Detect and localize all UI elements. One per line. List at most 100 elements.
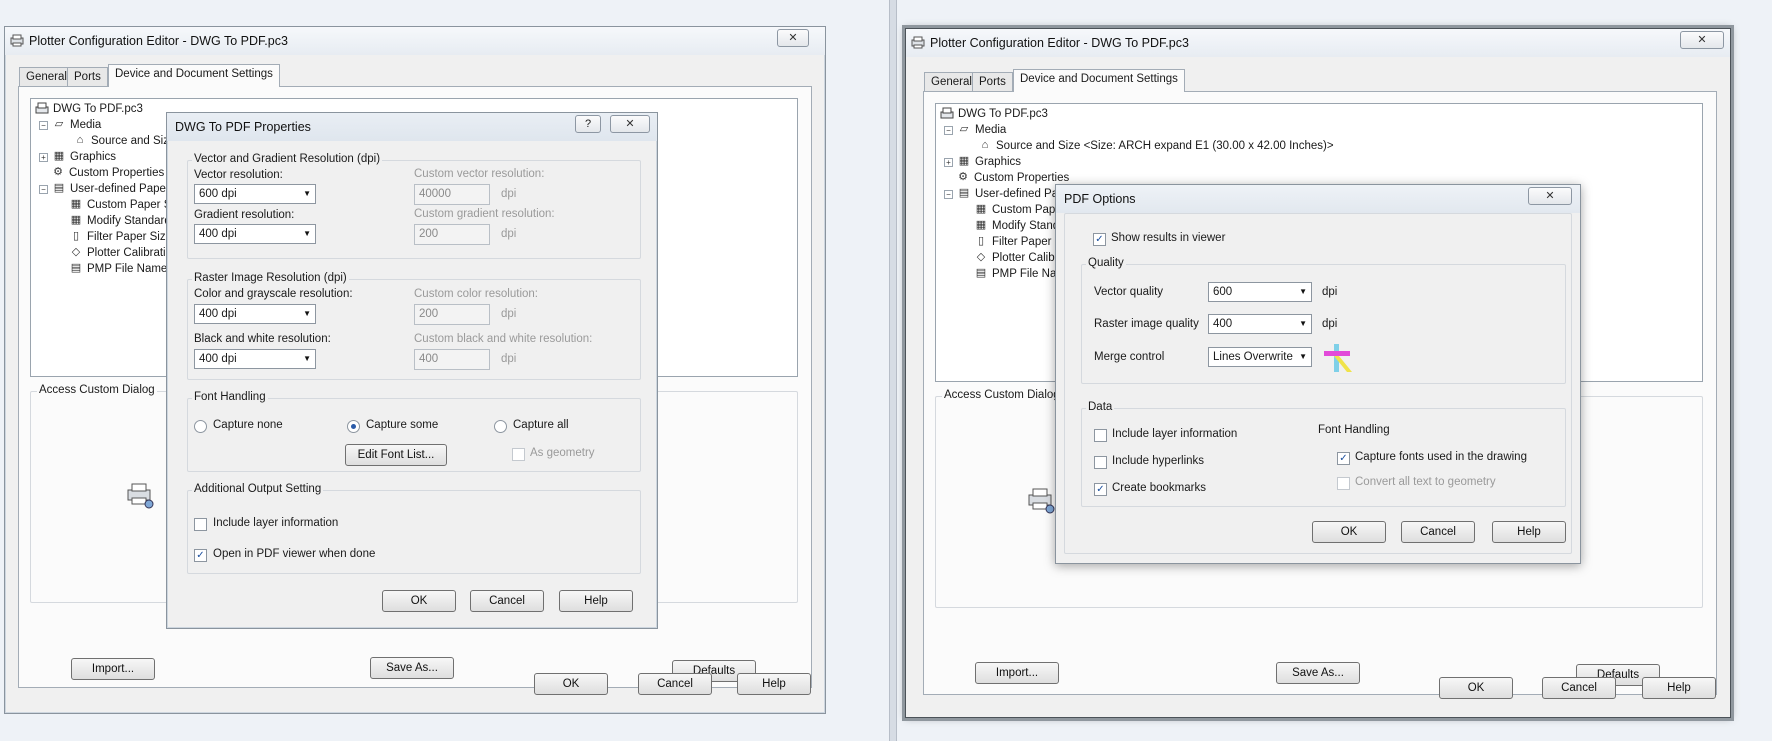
capture-none-radio[interactable] bbox=[194, 420, 207, 433]
tree-pmp-file[interactable]: ▤ PMP File Na bbox=[974, 266, 1057, 282]
custom-color-input[interactable]: 200 bbox=[414, 304, 490, 325]
left-ok-button[interactable]: OK bbox=[534, 673, 608, 695]
custom-bw-input[interactable]: 400 bbox=[414, 349, 490, 370]
tree-graphics[interactable]: + ▦ Graphics bbox=[39, 149, 116, 165]
right-title-bar[interactable]: Plotter Configuration Editor - DWG To PD… bbox=[906, 29, 1730, 57]
tree-modify-standard[interactable]: ▦ Modify Standard bbox=[69, 213, 171, 229]
left-save-as-button[interactable]: Save As... bbox=[370, 657, 454, 679]
dwg-pdf-properties-dialog: DWG To PDF Properties ? ✕ Vector and Gra… bbox=[166, 112, 658, 629]
media-paper-icon: ▱ bbox=[54, 118, 64, 130]
pdf-options-ok-button[interactable]: OK bbox=[1312, 521, 1386, 543]
graphics-grid-icon: ▦ bbox=[53, 150, 65, 162]
plotter-file-icon bbox=[940, 107, 954, 119]
tree-media[interactable]: − ▱ Media bbox=[39, 117, 101, 133]
include-layer-checkbox[interactable] bbox=[194, 518, 207, 531]
vector-quality-combo[interactable]: 600 ▼ bbox=[1208, 282, 1312, 302]
left-cancel-button[interactable]: Cancel bbox=[638, 673, 712, 695]
collapse-minus-icon[interactable]: − bbox=[39, 184, 48, 194]
tree-custom-paper[interactable]: ▦ Custom Pap bbox=[974, 202, 1055, 218]
tree-custom-properties[interactable]: ⚙ Custom Properties bbox=[51, 165, 164, 181]
tree-root[interactable]: DWG To PDF.pc3 bbox=[940, 106, 1048, 122]
custom-gradient-input[interactable]: 200 bbox=[414, 224, 490, 245]
left-help-button[interactable]: Help bbox=[737, 673, 811, 695]
pdf-options-close-button[interactable]: ✕ bbox=[1528, 187, 1572, 205]
as-geometry-checkbox[interactable] bbox=[512, 448, 525, 461]
access-custom-dialog-label: Access Custom Dialog bbox=[942, 389, 1062, 401]
tree-root[interactable]: DWG To PDF.pc3 bbox=[35, 101, 143, 117]
expand-plus-icon[interactable]: + bbox=[39, 152, 48, 162]
create-bookmarks-checkbox[interactable]: ✓ bbox=[1094, 483, 1107, 496]
source-tray-icon: ⌂ bbox=[981, 139, 989, 151]
custom-gradient-dpi-unit: dpi bbox=[501, 228, 517, 240]
tree-graphics[interactable]: + ▦ Graphics bbox=[944, 154, 1021, 170]
tree-custom-properties[interactable]: ⚙ Custom Properties bbox=[956, 170, 1069, 186]
tree-source-size[interactable]: ⌂ Source and Size bbox=[73, 133, 176, 149]
raster-quality-combo[interactable]: 400 ▼ bbox=[1208, 314, 1312, 334]
tree-plotter-calibration[interactable]: ◇ Plotter Calibratio bbox=[69, 245, 172, 261]
pdf-include-layer-checkbox[interactable] bbox=[1094, 429, 1107, 442]
chevron-down-icon: ▼ bbox=[1299, 352, 1307, 361]
right-tab-ports[interactable]: Ports bbox=[972, 72, 1013, 92]
tree-source-size[interactable]: ⌂ Source and Size <Size: ARCH expand E1 … bbox=[978, 138, 1334, 154]
props-help-icon[interactable]: ? bbox=[575, 115, 601, 133]
right-close-button[interactable]: ✕ bbox=[1680, 31, 1724, 49]
show-results-checkbox[interactable]: ✓ bbox=[1093, 233, 1106, 246]
printer-properties-icon[interactable] bbox=[125, 480, 155, 510]
collapse-minus-icon[interactable]: − bbox=[944, 189, 953, 199]
quality-group-label: Quality bbox=[1086, 257, 1126, 269]
custom-bw-dpi-unit: dpi bbox=[501, 353, 517, 365]
right-cancel-button[interactable]: Cancel bbox=[1542, 677, 1616, 699]
raster-image-group: Raster Image Resolution (dpi) Color and … bbox=[187, 272, 641, 380]
pdf-options-help-button[interactable]: Help bbox=[1492, 521, 1566, 543]
props-cancel-button[interactable]: Cancel bbox=[470, 590, 544, 612]
tree-filter-paper[interactable]: ▯ Filter Paper Size bbox=[69, 229, 172, 245]
tree-filter-paper[interactable]: ▯ Filter Paper bbox=[974, 234, 1051, 250]
right-save-as-button[interactable]: Save As... bbox=[1276, 662, 1360, 684]
right-tab-device-settings[interactable]: Device and Document Settings bbox=[1013, 69, 1185, 92]
tree-pmp-file[interactable]: ▤ PMP File Name bbox=[69, 261, 168, 277]
color-grayscale-combo[interactable]: 400 dpi ▼ bbox=[194, 304, 316, 324]
raster-image-group-label: Raster Image Resolution (dpi) bbox=[192, 272, 349, 284]
tree-custom-paper[interactable]: ▦ Custom Paper S bbox=[69, 197, 172, 213]
right-ok-button[interactable]: OK bbox=[1439, 677, 1513, 699]
collapse-minus-icon[interactable]: − bbox=[944, 125, 953, 135]
convert-text-checkbox[interactable] bbox=[1337, 477, 1350, 490]
calibration-icon: ◇ bbox=[71, 246, 81, 258]
pdf-options-title-bar[interactable]: PDF Options ✕ bbox=[1056, 185, 1580, 213]
left-tab-general[interactable]: General bbox=[19, 67, 74, 87]
tree-media[interactable]: − ▱ Media bbox=[944, 122, 1006, 138]
props-close-button[interactable]: ✕ bbox=[610, 115, 650, 133]
custom-vector-input[interactable]: 40000 bbox=[414, 184, 490, 205]
vector-resolution-combo[interactable]: 600 dpi ▼ bbox=[194, 184, 316, 204]
bw-resolution-combo[interactable]: 400 dpi ▼ bbox=[194, 349, 316, 369]
tree-plotter-calibration[interactable]: ◇ Plotter Calib bbox=[974, 250, 1055, 266]
right-import-button[interactable]: Import... bbox=[975, 662, 1059, 684]
printer-properties-icon[interactable] bbox=[1026, 485, 1056, 515]
left-close-button[interactable]: ✕ bbox=[777, 29, 809, 47]
merge-control-label: Merge control bbox=[1094, 351, 1165, 363]
include-hyperlinks-checkbox[interactable] bbox=[1094, 456, 1107, 469]
props-title-bar[interactable]: DWG To PDF Properties ? ✕ bbox=[167, 113, 657, 141]
props-help-button[interactable]: Help bbox=[559, 590, 633, 612]
right-tab-general[interactable]: General bbox=[924, 72, 979, 92]
left-tab-device-settings[interactable]: Device and Document Settings bbox=[108, 64, 280, 87]
gradient-resolution-combo[interactable]: 400 dpi ▼ bbox=[194, 224, 316, 244]
tree-user-defined-paper[interactable]: − ▤ User-defined Paper bbox=[39, 181, 170, 197]
right-help-button[interactable]: Help bbox=[1642, 677, 1716, 699]
left-import-button[interactable]: Import... bbox=[71, 658, 155, 680]
capture-some-radio[interactable] bbox=[347, 420, 360, 433]
pdf-options-cancel-button[interactable]: Cancel bbox=[1401, 521, 1475, 543]
open-pdf-viewer-checkbox[interactable]: ✓ bbox=[194, 549, 207, 562]
collapse-minus-icon[interactable]: − bbox=[39, 120, 48, 130]
props-ok-button[interactable]: OK bbox=[382, 590, 456, 612]
merge-control-combo[interactable]: Lines Overwrite ▼ bbox=[1208, 347, 1312, 367]
edit-font-list-button[interactable]: Edit Font List... bbox=[345, 444, 447, 466]
expand-plus-icon[interactable]: + bbox=[944, 157, 953, 167]
tree-user-defined-paper[interactable]: − ▤ User-defined Pa bbox=[944, 186, 1058, 202]
vector-quality-dpi-unit: dpi bbox=[1322, 286, 1338, 298]
tree-modify-standard[interactable]: ▦ Modify Stand bbox=[974, 218, 1059, 234]
capture-all-radio[interactable] bbox=[494, 420, 507, 433]
capture-fonts-checkbox[interactable]: ✓ bbox=[1337, 452, 1350, 465]
left-tab-ports[interactable]: Ports bbox=[67, 67, 108, 87]
left-title-bar[interactable]: Plotter Configuration Editor - DWG To PD… bbox=[5, 27, 825, 55]
